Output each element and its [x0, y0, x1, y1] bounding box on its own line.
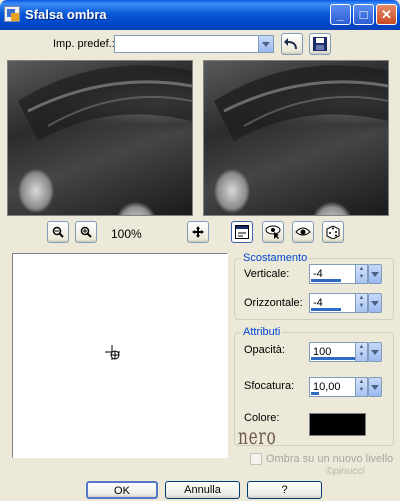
blur-spinner[interactable]: ▲ ▼ — [355, 378, 367, 396]
watermark: ©pinucci — [326, 466, 365, 477]
original-preview-image — [18, 65, 192, 141]
vertical-dropdown[interactable] — [368, 264, 382, 284]
ok-button[interactable]: OK — [86, 481, 158, 499]
result-preview-image — [214, 65, 388, 141]
title-bar[interactable]: Sfalsa ombra _ □ ✕ — [0, 0, 400, 30]
maximize-icon: □ — [359, 7, 368, 22]
auto-proof-button[interactable] — [262, 221, 284, 243]
attributes-group-title: Attributi — [241, 326, 283, 338]
zoom-out-button[interactable] — [47, 221, 69, 243]
reset-preset-button[interactable] — [281, 33, 303, 55]
preset-dropdown[interactable] — [114, 35, 274, 53]
close-button[interactable]: ✕ — [376, 4, 397, 25]
preview-window-icon — [235, 225, 249, 239]
zoom-out-icon — [52, 226, 64, 238]
offset-pad[interactable] — [12, 253, 228, 458]
result-preview[interactable] — [203, 60, 389, 216]
opacity-label: Opacità: — [244, 344, 285, 356]
save-icon — [313, 37, 327, 51]
window-title: Sfalsa ombra — [25, 7, 107, 22]
eye-pointer-icon — [265, 225, 281, 239]
opacity-slider[interactable] — [311, 357, 355, 360]
vertical-spinner[interactable]: ▲ ▼ — [355, 265, 367, 283]
horizontal-slider[interactable] — [311, 308, 341, 311]
dice-icon — [326, 225, 340, 239]
move-icon — [192, 226, 204, 238]
original-preview[interactable] — [7, 60, 193, 216]
zoom-level: 100% — [111, 227, 142, 241]
chevron-down-icon — [371, 271, 379, 277]
opacity-spinner[interactable]: ▲ ▼ — [355, 343, 367, 361]
blur-dropdown[interactable] — [368, 377, 382, 397]
zoom-in-button[interactable] — [75, 221, 97, 243]
app-icon — [4, 6, 20, 22]
color-name-caption: nero — [238, 425, 277, 450]
chevron-down-icon — [371, 349, 379, 355]
randomize-button[interactable] — [322, 221, 344, 243]
preset-label: Imp. predef.: — [53, 38, 115, 50]
horizontal-input[interactable]: -4 ▲ ▼ — [309, 293, 382, 313]
crosshair-icon[interactable] — [105, 345, 121, 361]
chevron-down-icon[interactable] — [258, 36, 273, 52]
vertical-input[interactable]: -4 ▲ ▼ — [309, 264, 382, 284]
color-swatch[interactable] — [309, 413, 366, 436]
new-layer-label: Ombra su un nuovo livello — [266, 453, 394, 465]
vertical-label: Verticale: — [244, 268, 290, 280]
undo-icon — [284, 38, 297, 49]
offset-group-title: Scostamento — [241, 252, 310, 264]
opacity-dropdown[interactable] — [368, 342, 382, 362]
color-label: Colore: — [244, 412, 280, 424]
close-icon: ✕ — [381, 7, 392, 22]
maximize-button[interactable]: □ — [353, 4, 374, 25]
horizontal-label: Orizzontale: — [244, 297, 303, 309]
pan-button[interactable] — [187, 221, 209, 243]
blur-slider[interactable] — [311, 392, 319, 395]
blur-input[interactable]: 10,00 ▲ ▼ — [309, 377, 382, 397]
vertical-slider[interactable] — [311, 279, 341, 282]
proof-toggle-button[interactable] — [231, 221, 253, 243]
chevron-down-icon — [371, 300, 379, 306]
horizontal-dropdown[interactable] — [368, 293, 382, 313]
blur-label: Sfocatura: — [244, 380, 295, 392]
minimize-button[interactable]: _ — [330, 4, 351, 25]
horizontal-spinner[interactable]: ▲ ▼ — [355, 294, 367, 312]
cancel-button[interactable]: Annulla — [165, 481, 240, 499]
preview-on-image-button[interactable] — [292, 221, 314, 243]
eye-icon — [295, 227, 311, 236]
help-button[interactable]: ? — [247, 481, 322, 499]
opacity-input[interactable]: 100 ▲ ▼ — [309, 342, 382, 362]
zoom-in-icon — [80, 226, 92, 238]
chevron-down-icon — [371, 384, 379, 390]
new-layer-checkbox[interactable] — [250, 453, 262, 465]
minimize-icon: _ — [336, 7, 345, 22]
save-preset-button[interactable] — [309, 33, 331, 55]
